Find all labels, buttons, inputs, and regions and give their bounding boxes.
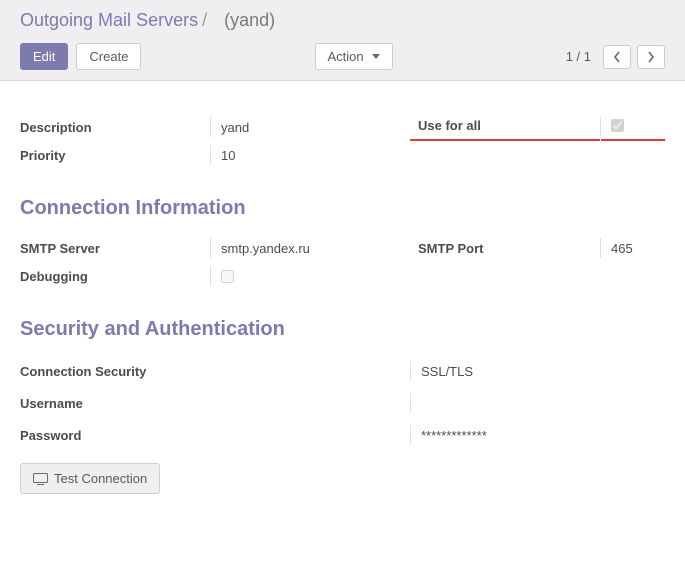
highlight-underline: [601, 139, 665, 141]
smtp-server-value: smtp.yandex.ru: [210, 238, 410, 258]
action-dropdown[interactable]: Action: [315, 43, 393, 70]
password-value: *************: [410, 425, 665, 445]
breadcrumb-root[interactable]: Outgoing Mail Servers: [20, 10, 198, 31]
smtp-port-label: SMTP Port: [410, 241, 600, 256]
priority-value: 10: [210, 145, 410, 165]
description-label: Description: [20, 120, 210, 135]
priority-label: Priority: [20, 148, 210, 163]
connection-section-title: Connection Information: [20, 197, 665, 220]
debugging-label: Debugging: [20, 269, 210, 284]
breadcrumb-separator: /: [202, 10, 207, 31]
smtp-port-value: 465: [600, 238, 665, 258]
username-label: Username: [20, 396, 410, 411]
highlight-underline: [410, 139, 600, 141]
chevron-down-icon: [372, 54, 380, 59]
debugging-checkbox[interactable]: [221, 270, 234, 283]
use-for-all-label: Use for all: [418, 118, 481, 133]
breadcrumb: Outgoing Mail Servers / (yand): [20, 10, 665, 31]
chevron-left-icon: [613, 51, 621, 63]
description-value: yand: [210, 117, 410, 137]
connection-security-label: Connection Security: [20, 364, 410, 379]
test-connection-label: Test Connection: [54, 471, 147, 486]
username-value: [410, 393, 665, 413]
edit-button[interactable]: Edit: [20, 43, 68, 70]
smtp-server-label: SMTP Server: [20, 241, 210, 256]
pager-prev-button[interactable]: [603, 45, 631, 69]
connection-security-value: SSL/TLS: [410, 361, 665, 381]
password-label: Password: [20, 428, 410, 443]
pager-next-button[interactable]: [637, 45, 665, 69]
use-for-all-checkbox[interactable]: [611, 119, 624, 132]
chevron-right-icon: [647, 51, 655, 63]
monitor-icon: [33, 473, 48, 485]
pager-text: 1 / 1: [566, 49, 591, 64]
breadcrumb-current: (yand): [224, 10, 275, 31]
action-label: Action: [328, 49, 364, 64]
create-button[interactable]: Create: [76, 43, 141, 70]
test-connection-button[interactable]: Test Connection: [20, 463, 160, 494]
security-section-title: Security and Authentication: [20, 318, 665, 341]
